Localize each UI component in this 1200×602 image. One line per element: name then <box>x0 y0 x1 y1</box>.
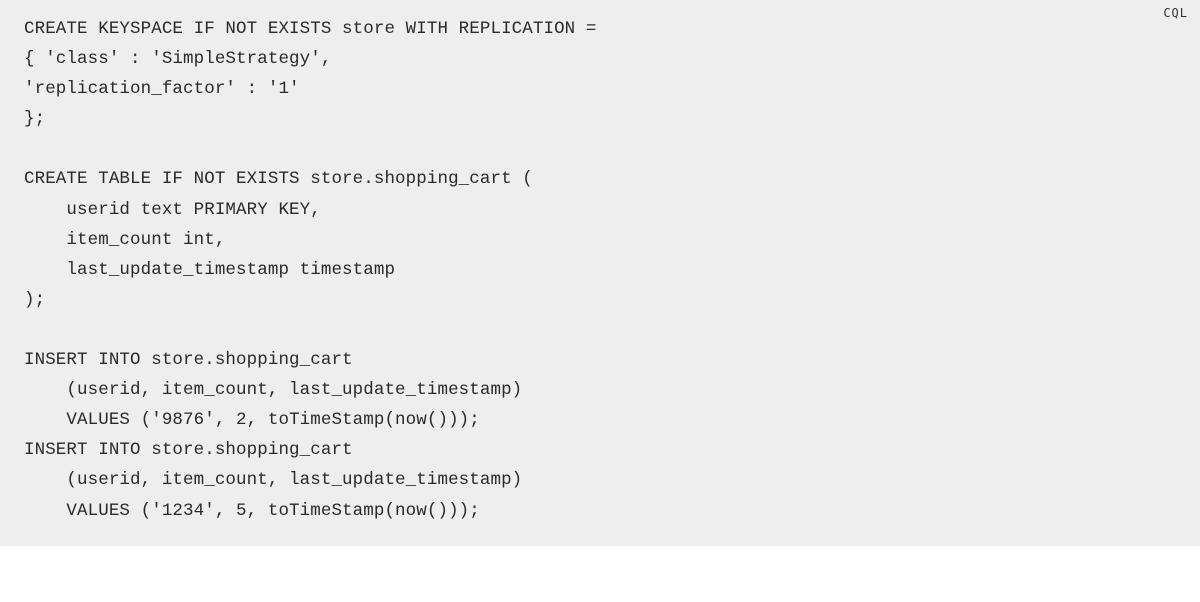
code-content[interactable]: CREATE KEYSPACE IF NOT EXISTS store WITH… <box>24 14 1176 526</box>
language-label: CQL <box>1163 6 1188 20</box>
code-block: CQL CREATE KEYSPACE IF NOT EXISTS store … <box>0 0 1200 546</box>
